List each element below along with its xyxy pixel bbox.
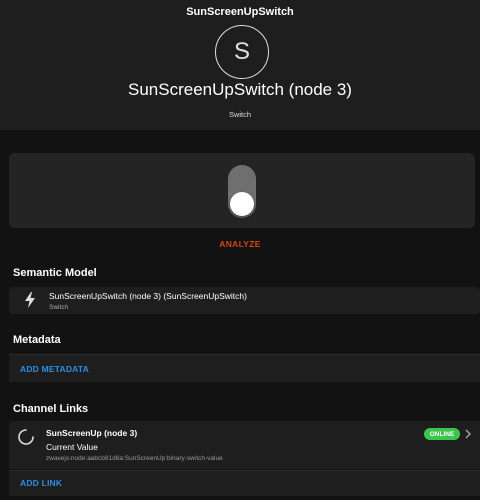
channel-link-label: Current Value [46, 442, 98, 452]
toggle-knob[interactable] [230, 192, 254, 216]
channel-links-heading: Channel Links [13, 403, 89, 415]
status-badge: ONLINE [424, 428, 460, 440]
channel-link-title: SunScreenUp (node 3) [46, 428, 138, 438]
chevron-right-icon[interactable] [464, 429, 472, 439]
toolbar-title: SunScreenUpSwitch [186, 6, 294, 18]
bolt-icon [25, 292, 35, 308]
metadata-heading: Metadata [13, 334, 61, 346]
semantic-model-heading: Semantic Model [13, 267, 97, 279]
semantic-item-title: SunScreenUpSwitch (node 3) (SunScreenUpS… [49, 291, 247, 301]
item-avatar: S [215, 25, 269, 79]
add-link-row [9, 470, 480, 496]
semantic-item-type: Switch [49, 304, 69, 311]
add-metadata-button[interactable]: ADD METADATA [20, 364, 89, 374]
analyze-button[interactable]: ANALYZE [0, 239, 480, 249]
spinner-icon [18, 429, 34, 445]
item-title: SunScreenUpSwitch (node 3) [128, 80, 352, 99]
channel-link-uid: zwavejs:node:aabcb81d8a:SunScreenUp:bina… [46, 455, 223, 462]
add-link-button[interactable]: ADD LINK [20, 478, 62, 488]
item-type: Switch [228, 110, 252, 119]
item-header: SunScreenUpSwitch S SunScreenUpSwitch (n… [0, 0, 480, 130]
switch-toggle[interactable] [228, 165, 256, 218]
